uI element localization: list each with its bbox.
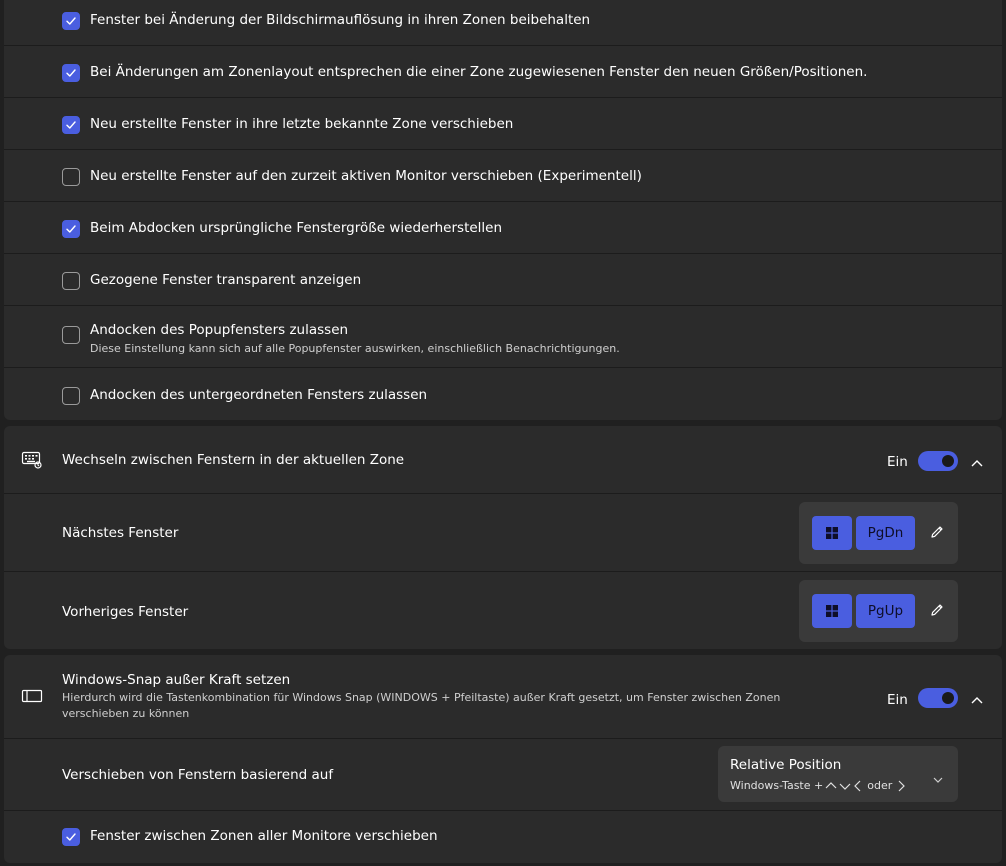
arrow-right-icon — [898, 780, 906, 791]
child-snap-checkbox[interactable] — [62, 387, 80, 405]
pgup-key: PgUp — [856, 594, 915, 628]
windows-key — [812, 594, 852, 628]
last-known-zone-checkbox[interactable] — [62, 116, 80, 134]
checkmark-icon — [66, 17, 76, 25]
switch-windows-toggle[interactable] — [918, 451, 958, 471]
all-monitors-checkbox[interactable] — [62, 828, 80, 846]
checkmark-icon — [66, 225, 76, 233]
option-row-keep-zones[interactable]: Fenster bei Änderung der Bildschirmauflö… — [4, 0, 1002, 45]
popup-snap-checkbox[interactable] — [62, 326, 80, 344]
arrow-down-icon — [839, 783, 851, 790]
arrow-left-icon — [854, 780, 861, 791]
option-label: Beim Abdocken ursprüngliche Fenstergröße… — [90, 220, 503, 236]
next-window-label: Nächstes Fenster — [62, 525, 179, 541]
option-label: Fenster bei Änderung der Bildschirmauflö… — [90, 12, 591, 28]
collapse-chevron-up-icon[interactable] — [970, 691, 984, 710]
transparent-checkbox[interactable] — [62, 272, 80, 290]
windows-logo-icon — [826, 605, 838, 617]
option-label: Neu erstellte Fenster auf den zurzeit ak… — [90, 168, 642, 184]
arrow-up-icon — [825, 781, 837, 788]
checkmark-icon — [66, 121, 76, 129]
keyboard-icon — [21, 450, 43, 474]
move-based-on-label: Verschieben von Fenstern basierend auf — [62, 767, 334, 783]
windows-logo-icon — [826, 527, 838, 539]
windows-snap-description: Hierdurch wird die Tastenkombination für… — [62, 691, 781, 720]
option-label: Andocken des untergeordneten Fensters zu… — [90, 387, 428, 403]
option-row-transparent[interactable]: Gezogene Fenster transparent anzeigen — [4, 253, 1002, 305]
windows-snap-card: Windows-Snap außer Kraft setzen Hierdurc… — [4, 655, 1002, 863]
move-based-on-row: Verschieben von Fenstern basierend auf R… — [4, 738, 1002, 810]
next-window-shortcut[interactable]: PgDn — [799, 502, 958, 564]
windows-snap-toggle-label: Ein — [887, 692, 908, 708]
option-row-active-monitor[interactable]: Neu erstellte Fenster auf den zurzeit ak… — [4, 149, 1002, 201]
layout-change-checkbox[interactable] — [62, 64, 80, 82]
option-row-last-known-zone[interactable]: Neu erstellte Fenster in ihre letzte bek… — [4, 97, 1002, 149]
restore-size-checkbox[interactable] — [62, 220, 80, 238]
previous-window-shortcut[interactable]: PgUp — [799, 580, 958, 642]
windows-key — [812, 516, 852, 550]
toggle-knob — [942, 455, 954, 467]
option-label: Andocken des Popupfensters zulassen — [90, 322, 349, 338]
dropdown-hint: Windows-Taste + oder — [730, 779, 906, 792]
chevron-down-icon — [932, 769, 944, 788]
switch-windows-title: Wechseln zwischen Fenstern in der aktuel… — [62, 452, 405, 468]
switch-windows-card: Wechseln zwischen Fenstern in der aktuel… — [4, 426, 1002, 649]
hint-prefix: Windows-Taste + — [730, 779, 824, 792]
hint-or: oder — [867, 779, 893, 792]
option-label: Neu erstellte Fenster in ihre letzte bek… — [90, 116, 514, 132]
switch-windows-header[interactable]: Wechseln zwischen Fenstern in der aktuel… — [4, 426, 1002, 493]
pgdn-key: PgDn — [856, 516, 915, 550]
option-label: Gezogene Fenster transparent anzeigen — [90, 272, 362, 288]
previous-window-row: Vorheriges Fenster PgUp — [4, 571, 1002, 649]
edit-pencil-icon[interactable] — [929, 524, 945, 544]
option-row-restore-size[interactable]: Beim Abdocken ursprüngliche Fenstergröße… — [4, 201, 1002, 253]
option-row-popup-snap[interactable]: Andocken des Popupfensters zulassen Dies… — [4, 305, 1002, 367]
checkmark-icon — [66, 833, 76, 841]
zone-behavior-card: Fenster bei Änderung der Bildschirmauflö… — [4, 0, 1002, 420]
toggle-knob — [942, 692, 954, 704]
option-label: Bei Änderungen am Zonenlayout entspreche… — [90, 64, 868, 80]
option-row-child-snap[interactable]: Andocken des untergeordneten Fensters zu… — [4, 367, 1002, 420]
snap-layout-icon — [21, 688, 43, 707]
windows-snap-header[interactable]: Windows-Snap außer Kraft setzen Hierdurc… — [4, 655, 1002, 738]
previous-window-label: Vorheriges Fenster — [62, 604, 189, 620]
all-monitors-label: Fenster zwischen Zonen aller Monitore ve… — [90, 828, 438, 844]
collapse-chevron-up-icon[interactable] — [970, 454, 984, 473]
dropdown-selected-value: Relative Position — [730, 757, 842, 773]
windows-snap-toggle[interactable] — [918, 688, 958, 708]
option-row-layout-change[interactable]: Bei Änderungen am Zonenlayout entspreche… — [4, 45, 1002, 97]
checkmark-icon — [66, 69, 76, 77]
edit-pencil-icon[interactable] — [929, 602, 945, 622]
windows-snap-title: Windows-Snap außer Kraft setzen — [62, 672, 291, 688]
fancyzones-settings-page: Fenster bei Änderung der Bildschirmauflö… — [0, 0, 1006, 866]
next-window-row: Nächstes Fenster PgDn — [4, 493, 1002, 571]
switch-windows-toggle-label: Ein — [887, 454, 908, 470]
move-based-on-dropdown[interactable]: Relative Position Windows-Taste + oder — [718, 746, 958, 802]
active-monitor-checkbox[interactable] — [62, 168, 80, 186]
option-row-all-monitors[interactable]: Fenster zwischen Zonen aller Monitore ve… — [4, 810, 1002, 863]
option-description: Diese Einstellung kann sich auf alle Pop… — [90, 342, 620, 355]
keep-zones-checkbox[interactable] — [62, 12, 80, 30]
